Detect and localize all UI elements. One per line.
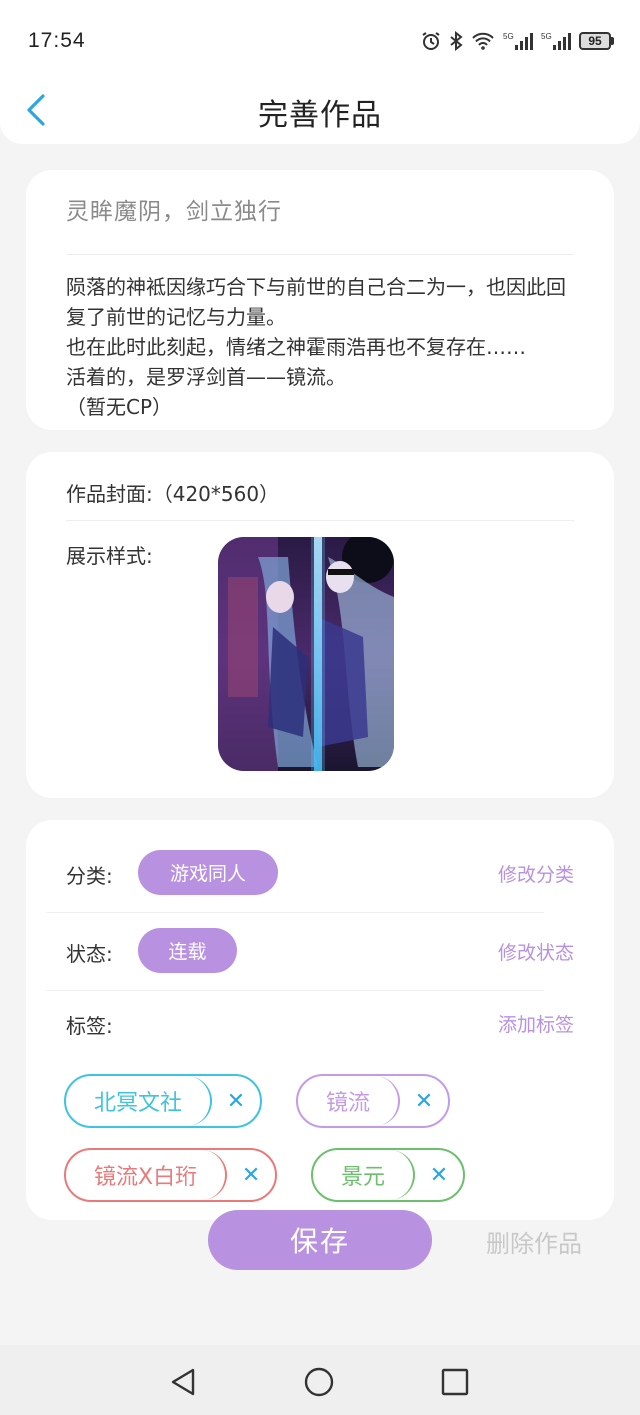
cover-card: 作品封面:（420*560） 展示样式: bbox=[26, 452, 614, 798]
status-icons: 5G 5G 95 bbox=[421, 30, 614, 52]
svg-text:5G: 5G bbox=[503, 32, 514, 41]
meta-card: 分类: 游戏同人 修改分类 状态: 连载 修改状态 标签: 添加标签 北冥文社 … bbox=[26, 820, 614, 1220]
close-icon: ✕ bbox=[241, 1162, 261, 1188]
divider bbox=[66, 520, 574, 521]
system-nav-bar bbox=[0, 1345, 640, 1415]
tag-remove-button[interactable]: ✕ bbox=[415, 1150, 463, 1200]
tag-label[interactable]: 镜流 bbox=[298, 1076, 401, 1126]
save-button[interactable]: 保存 bbox=[208, 1210, 432, 1270]
battery-icon: 95 bbox=[579, 32, 614, 50]
divider bbox=[46, 990, 544, 991]
category-row: 分类: 游戏同人 修改分类 bbox=[66, 848, 574, 898]
signal-5g-secondary-icon: 5G bbox=[541, 31, 571, 51]
nav-bar: 完善作品 bbox=[0, 82, 640, 140]
divider bbox=[46, 912, 544, 913]
work-description-field[interactable]: 陨落的神袛因缘巧合下与前世的自己合二为一，也因此回复了前世的记忆与力量。 也在此… bbox=[66, 272, 574, 422]
back-nav-button[interactable] bbox=[166, 1365, 200, 1399]
alarm-icon bbox=[421, 31, 441, 51]
battery-level: 95 bbox=[579, 32, 611, 50]
status-row: 状态: 连载 修改状态 bbox=[66, 926, 574, 976]
triangle-back-icon bbox=[171, 1368, 195, 1396]
bluetooth-icon bbox=[449, 31, 463, 51]
tags-label: 标签: bbox=[66, 1014, 113, 1038]
work-info-card: 灵眸魔阴，剑立独行 陨落的神袛因缘巧合下与前世的自己合二为一，也因此回复了前世的… bbox=[26, 170, 614, 430]
tags-row: 标签: 添加标签 bbox=[66, 998, 574, 1048]
tag-remove-button[interactable]: ✕ bbox=[400, 1076, 448, 1126]
status-label: 状态: bbox=[66, 942, 113, 966]
page-title: 完善作品 bbox=[258, 98, 382, 133]
category-badge: 游戏同人 bbox=[138, 850, 278, 895]
divider bbox=[66, 254, 574, 255]
category-label: 分类: bbox=[66, 864, 113, 888]
edit-status-link[interactable]: 修改状态 bbox=[498, 938, 574, 965]
status-badge: 连载 bbox=[138, 928, 237, 973]
wifi-icon bbox=[471, 31, 495, 51]
add-tag-link[interactable]: 添加标签 bbox=[498, 1010, 574, 1037]
delete-work-button[interactable]: 删除作品 bbox=[486, 1224, 582, 1259]
home-nav-button[interactable] bbox=[302, 1365, 336, 1399]
tag-chip: 镜流X白珩 ✕ bbox=[64, 1148, 278, 1202]
display-style-label: 展示样式: bbox=[66, 544, 153, 568]
circle-home-icon bbox=[304, 1367, 334, 1397]
close-icon: ✕ bbox=[429, 1162, 449, 1188]
edit-category-link[interactable]: 修改分类 bbox=[498, 860, 574, 887]
cover-image[interactable] bbox=[218, 537, 394, 771]
close-icon: ✕ bbox=[226, 1088, 246, 1114]
tag-label[interactable]: 镜流X白珩 bbox=[66, 1150, 228, 1200]
square-recents-icon bbox=[441, 1368, 469, 1396]
work-title-field[interactable]: 灵眸魔阴，剑立独行 bbox=[66, 192, 282, 226]
status-bar: 17:54 5G 5G 95 bbox=[0, 0, 640, 82]
tag-label[interactable]: 北冥文社 bbox=[66, 1076, 213, 1126]
header: 17:54 5G 5G 95 完善作品 bbox=[0, 0, 640, 144]
tag-label[interactable]: 景元 bbox=[313, 1150, 416, 1200]
svg-text:5G: 5G bbox=[541, 32, 552, 41]
status-time: 17:54 bbox=[28, 29, 86, 52]
signal-5g-icon: 5G bbox=[503, 31, 533, 51]
cover-label: 作品封面:（420*560） bbox=[66, 482, 280, 506]
recents-nav-button[interactable] bbox=[438, 1365, 472, 1399]
tag-chip: 镜流 ✕ bbox=[296, 1074, 451, 1128]
tag-chip: 北冥文社 ✕ bbox=[64, 1074, 263, 1128]
close-icon: ✕ bbox=[414, 1088, 434, 1114]
tag-remove-button[interactable]: ✕ bbox=[212, 1076, 260, 1126]
tag-remove-button[interactable]: ✕ bbox=[227, 1150, 275, 1200]
tag-chip: 景元 ✕ bbox=[311, 1148, 466, 1202]
